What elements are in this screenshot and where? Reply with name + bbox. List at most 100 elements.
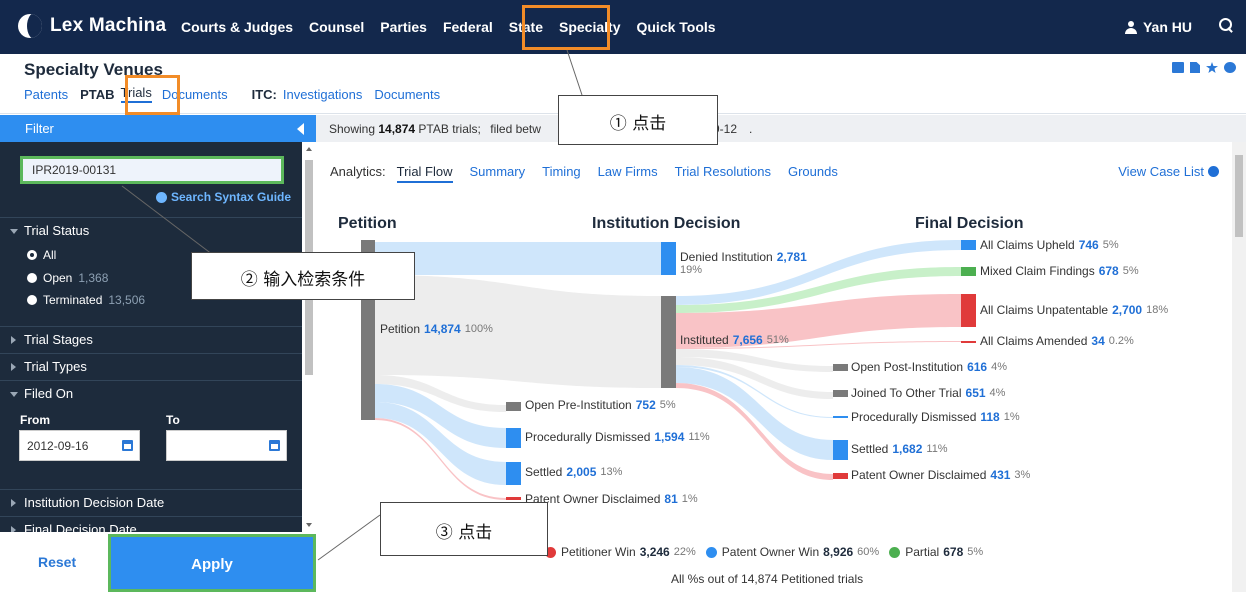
trial-status-section[interactable]: Trial Status: [0, 217, 302, 244]
to-date-input[interactable]: [166, 430, 287, 461]
callout-step-3: ③ 点击: [380, 502, 548, 556]
flow-instituted-settled: [676, 367, 833, 460]
view-case-list-link[interactable]: View Case List: [1118, 164, 1219, 179]
calendar-icon[interactable]: [269, 440, 280, 451]
institution-decision-date-section[interactable]: Institution Decision Date: [0, 489, 302, 516]
from-date-input[interactable]: 2012-09-16: [19, 430, 140, 461]
trial-stages-section[interactable]: Trial Stages: [0, 326, 302, 353]
user-menu[interactable]: Yan HU: [1124, 19, 1192, 35]
sidebar-scrollbar[interactable]: [302, 142, 316, 532]
help-icon[interactable]: [1224, 62, 1236, 73]
star-icon[interactable]: [1206, 62, 1218, 73]
label-proc-dis-pre[interactable]: Procedurally Dismissed 1,594 11%: [525, 430, 710, 444]
node-label: Denied Institution: [680, 250, 773, 264]
nav-federal[interactable]: Federal: [443, 19, 493, 35]
label-po-disclaimed-post[interactable]: Patent Owner Disclaimed 431 3%: [851, 468, 1030, 482]
venue-subnav: Patents PTAB Trials Documents ITC: Inves…: [24, 85, 452, 103]
trial-flow-diagram: [361, 240, 976, 500]
email-icon[interactable]: [1172, 62, 1184, 73]
node-label: Patent Owner Disclaimed: [851, 468, 987, 482]
label-upheld[interactable]: All Claims Upheld 746 5%: [980, 238, 1119, 252]
main-scrollbar[interactable]: [1232, 142, 1246, 592]
node-value: 1,682: [892, 442, 923, 456]
label-open-post[interactable]: Open Post-Institution 616 4%: [851, 360, 1007, 374]
showing-suffix: PTAB trials;: [418, 122, 481, 136]
nav-quick-tools[interactable]: Quick Tools: [636, 19, 715, 35]
node-label: All Claims Amended: [980, 334, 1088, 348]
nav-courts-judges[interactable]: Courts & Judges: [181, 19, 293, 35]
callout-step-1: ① 点击: [558, 95, 718, 145]
scrollbar-thumb[interactable]: [1235, 155, 1243, 237]
column-title-final: Final Decision: [915, 215, 1024, 232]
label-instituted[interactable]: Instituted 7,656 51%: [680, 333, 789, 347]
scroll-down-arrow-icon[interactable]: [306, 523, 312, 527]
document-icon[interactable]: [1190, 62, 1200, 73]
label-mixed[interactable]: Mixed Claim Findings 678 5%: [980, 264, 1139, 278]
radio-count: 13,506: [108, 293, 146, 307]
status-radio-all[interactable]: All: [27, 248, 56, 262]
search-syntax-guide-link[interactable]: Search Syntax Guide: [156, 190, 291, 204]
label-unpatentable[interactable]: All Claims Unpatentable 2,700 18%: [980, 303, 1168, 317]
node-value: 7,656: [732, 333, 763, 347]
brand-name: Lex Machina: [50, 15, 167, 36]
label-joined[interactable]: Joined To Other Trial 651 4%: [851, 386, 1005, 400]
label-denied[interactable]: Denied Institution 2,781: [680, 250, 807, 264]
node-pct: 19%: [680, 264, 703, 276]
link-patents[interactable]: Patents: [24, 87, 68, 102]
link-itc-documents[interactable]: Documents: [374, 87, 440, 102]
collapsed-caret-icon: [11, 336, 16, 344]
filed-on-section[interactable]: Filed On: [0, 380, 302, 407]
node-pct: 3%: [1014, 469, 1031, 481]
radio-selected-icon: [27, 250, 37, 260]
tab-trial-flow[interactable]: Trial Flow: [396, 164, 453, 183]
status-radio-open[interactable]: Open 1,368: [27, 271, 108, 285]
search-icon[interactable]: [1219, 18, 1233, 32]
node-instituted: [661, 296, 676, 388]
collapse-sidebar-icon[interactable]: [297, 123, 304, 135]
label-po-disclaimed-pre[interactable]: Patent Owner Disclaimed 81 1%: [525, 492, 698, 506]
label-open-pre[interactable]: Open Pre-Institution 752 5%: [525, 398, 676, 412]
trial-types-section[interactable]: Trial Types: [0, 353, 302, 380]
label-proc-dis-post[interactable]: Procedurally Dismissed 118 1%: [851, 410, 1020, 424]
brand-logo[interactable]: Lex Machina: [18, 14, 166, 38]
label-settled-post[interactable]: Settled 1,682 11%: [851, 442, 948, 456]
node-pct: 13%: [600, 466, 623, 478]
node-pct: 11%: [688, 431, 710, 443]
nav-parties[interactable]: Parties: [380, 19, 427, 35]
legend-value: 3,246: [639, 545, 670, 559]
case-search-input[interactable]: IPR2019-00131: [20, 156, 284, 184]
node-pct: 51%: [766, 334, 789, 346]
node-po-disclaimed-post: [833, 473, 848, 479]
highlight-specialty-box: [522, 5, 610, 50]
legend-value: 8,926: [823, 545, 854, 559]
link-investigations[interactable]: Investigations: [283, 87, 363, 102]
scroll-up-arrow-icon[interactable]: [306, 147, 312, 151]
label-amended[interactable]: All Claims Amended 34 0.2%: [980, 334, 1134, 348]
tab-grounds[interactable]: Grounds: [788, 164, 838, 183]
node-denied: [661, 242, 676, 275]
label-settled-pre[interactable]: Settled 2,005 13%: [525, 465, 622, 479]
status-radio-terminated[interactable]: Terminated 13,506: [27, 293, 145, 307]
label-petition[interactable]: Petition 14,874 100%: [380, 322, 493, 336]
node-label: Settled: [525, 465, 563, 479]
tab-trial-resolutions[interactable]: Trial Resolutions: [675, 164, 771, 183]
apply-button[interactable]: Apply: [108, 534, 316, 592]
node-label: Joined To Other Trial: [851, 386, 962, 400]
tab-timing[interactable]: Timing: [542, 164, 581, 183]
node-label: Instituted: [680, 333, 729, 347]
radio-label: Open: [43, 271, 73, 285]
tab-summary[interactable]: Summary: [470, 164, 526, 183]
nav-counsel[interactable]: Counsel: [309, 19, 364, 35]
node-value: 2,700: [1112, 303, 1143, 317]
radio-count: 1,368: [78, 271, 109, 285]
node-label: All Claims Unpatentable: [980, 303, 1109, 317]
calendar-icon[interactable]: [122, 440, 133, 451]
tab-law-firms[interactable]: Law Firms: [598, 164, 658, 183]
node-value: 81: [664, 492, 678, 506]
final-decision-date-section[interactable]: Final Decision Date: [0, 516, 302, 532]
node-value: 678: [1098, 264, 1119, 278]
reset-button[interactable]: Reset: [38, 554, 76, 570]
legend-patent-owner-win: Patent Owner Win 8,926 60%: [705, 545, 879, 559]
to-label: To: [166, 413, 180, 427]
node-open-pre: [506, 402, 521, 411]
